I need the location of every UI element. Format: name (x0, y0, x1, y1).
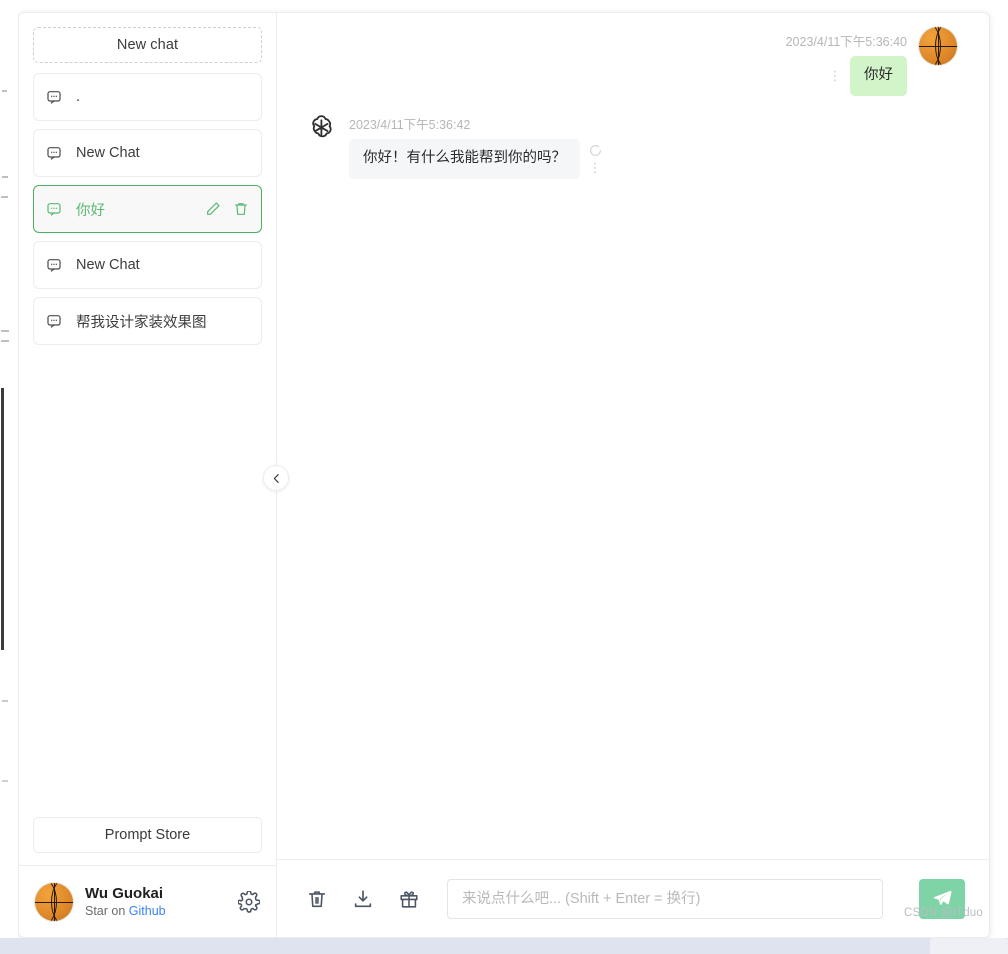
chat-list-item-3[interactable]: New Chat (33, 241, 262, 289)
send-plane-icon (933, 890, 952, 905)
sidebar-header: New chat (19, 13, 276, 63)
main-panel: 2023/4/11下午5:36:40 ⋮ 你好 2023/4/11下午5:36:… (277, 13, 989, 937)
message-bubble-line: 你好！有什么我能帮到你的吗？ ⋮ (349, 138, 602, 179)
chat-list-item-actions (205, 201, 249, 217)
message-actions: ⋮ (588, 144, 602, 174)
new-chat-button[interactable]: New chat (33, 27, 262, 63)
chat-bubble-icon (46, 257, 62, 273)
composer-bar (277, 859, 989, 937)
avatar-seam-right (51, 882, 73, 921)
edge-mark (2, 700, 8, 702)
openai-logo-icon (305, 112, 337, 144)
edit-icon[interactable] (205, 201, 221, 217)
user-name: Wu Guokai (85, 884, 164, 902)
user-panel[interactable]: Wu Guokai Star on Github (19, 865, 276, 937)
more-vertical-icon[interactable]: ⋮ (589, 161, 602, 174)
user-meta: Wu Guokai Star on Github (85, 884, 226, 919)
more-vertical-icon[interactable]: ⋮ (829, 69, 842, 82)
user-subtitle-prefix: Star on (85, 904, 129, 919)
message-text: 你好 (850, 56, 907, 96)
avatar (919, 27, 957, 65)
refresh-circle-icon[interactable] (589, 144, 602, 157)
message-body: 2023/4/11下午5:36:42 你好！有什么我能帮到你的吗？ ⋮ (349, 114, 602, 179)
chevron-left-icon (273, 473, 279, 483)
message-actions: ⋮ (828, 69, 842, 82)
chat-list-item-title: . (76, 89, 81, 105)
download-icon[interactable] (351, 887, 375, 911)
message-bubble-line: ⋮ 你好 (828, 56, 907, 96)
browser-bottom-chrome (0, 938, 1008, 954)
watermark: CSDN @ITduo (903, 907, 983, 919)
edge-mark (1, 330, 9, 332)
edge-mark (1, 196, 8, 198)
chat-list-item-4[interactable]: 帮我设计家装效果图 (33, 297, 262, 345)
message-input[interactable] (447, 878, 883, 919)
github-link[interactable]: Github (129, 904, 166, 918)
chat-list: . New Chat 你好 New Chat 帮我设计家装效果图 (19, 63, 276, 353)
message-row-assistant: 2023/4/11下午5:36:42 你好！有什么我能帮到你的吗？ ⋮ (305, 114, 957, 179)
message-body: 2023/4/11下午5:36:40 ⋮ 你好 (786, 31, 907, 96)
app-window: New chat . New Chat 你好 New Chat 帮我设计家装效果… (18, 12, 990, 938)
edge-scroll-bar (1, 388, 4, 650)
sidebar-collapse-button[interactable] (263, 465, 289, 491)
chat-list-item-title: New Chat (76, 145, 140, 161)
sidebar: New chat . New Chat 你好 New Chat 帮我设计家装效果… (19, 13, 289, 937)
chat-bubble-icon (46, 145, 62, 161)
prompt-store-button[interactable]: Prompt Store (33, 817, 262, 853)
chat-list-item-title: 你好 (76, 202, 105, 219)
chat-list-item-title: 帮我设计家装效果图 (76, 314, 207, 331)
edge-mark (2, 780, 8, 782)
page-edge-artifacts (0, 0, 18, 954)
message-list: 2023/4/11下午5:36:40 ⋮ 你好 2023/4/11下午5:36:… (277, 13, 989, 859)
chat-list-item-title: New Chat (76, 257, 140, 273)
sidebar-footer: Prompt Store (19, 817, 276, 865)
trash-icon[interactable] (305, 887, 329, 911)
chat-list-item-1[interactable]: New Chat (33, 129, 262, 177)
chat-bubble-icon (46, 201, 62, 217)
message-timestamp: 2023/4/11下午5:36:40 (785, 35, 907, 49)
message-timestamp: 2023/4/11下午5:36:42 (349, 117, 471, 132)
avatar-seam-right (935, 27, 957, 65)
gift-icon[interactable] (397, 887, 421, 911)
chat-list-item-2[interactable]: 你好 (33, 185, 262, 233)
edge-mark (2, 176, 8, 178)
gear-icon[interactable] (237, 889, 261, 913)
message-row-user: 2023/4/11下午5:36:40 ⋮ 你好 (305, 27, 957, 96)
chat-list-item-0[interactable]: . (33, 73, 262, 121)
message-text: 你好！有什么我能帮到你的吗？ (349, 138, 580, 179)
chat-bubble-icon (46, 313, 62, 329)
edge-mark (1, 340, 9, 342)
chrome-tab-strip (930, 938, 1008, 954)
avatar (35, 882, 73, 921)
user-subtitle: Star on Github (85, 903, 226, 919)
edge-mark (2, 90, 7, 92)
chat-bubble-icon (46, 89, 62, 105)
trash-icon[interactable] (233, 201, 249, 217)
